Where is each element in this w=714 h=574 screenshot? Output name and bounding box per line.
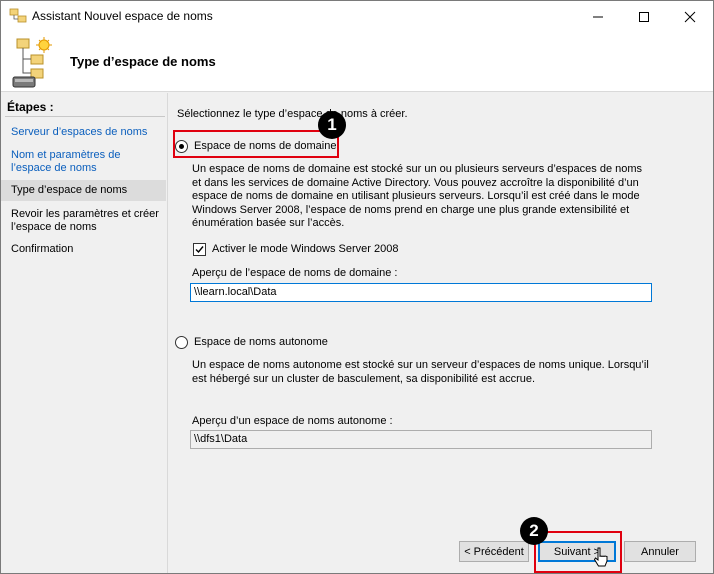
- wizard-content: Sélectionnez le type d’espace de noms à …: [167, 93, 713, 573]
- step-namespace-name-settings[interactable]: Nom et paramètres de l’espace de noms: [11, 149, 163, 175]
- maximize-icon: [639, 11, 649, 22]
- windows-2008-mode-checkbox[interactable]: [193, 243, 206, 256]
- standalone-namespace-radio[interactable]: [175, 336, 188, 349]
- steps-title: Étapes :: [7, 100, 54, 114]
- title-bar: Assistant Nouvel espace de noms: [1, 1, 713, 32]
- cancel-button[interactable]: Annuler: [624, 541, 696, 562]
- domain-preview-field[interactable]: \\learn.local\Data: [190, 283, 652, 302]
- standalone-namespace-description: Un espace de noms autonome est stocké su…: [192, 359, 649, 385]
- annotation-badge-1: 1: [318, 111, 346, 139]
- step-review-create: Revoir les paramètres et créer l’espace …: [11, 208, 159, 233]
- previous-button[interactable]: < Précédent: [459, 541, 529, 562]
- annotation-badge-2: 2: [520, 517, 548, 545]
- highlight-box-1: [173, 130, 339, 158]
- steps-sidebar: Étapes : Serveur d’espaces de noms Nom e…: [1, 93, 166, 573]
- namespace-app-icon: [9, 8, 27, 23]
- mouse-cursor-icon: [594, 547, 608, 567]
- minimize-icon: [593, 16, 603, 17]
- windows-2008-mode-label[interactable]: Activer le mode Windows Server 2008: [212, 243, 398, 255]
- step-namespace-type: Type d’espace de noms: [11, 184, 128, 196]
- steps-divider: [5, 116, 165, 117]
- step-namespace-server[interactable]: Serveur d’espaces de noms: [11, 126, 163, 139]
- standalone-preview-field: \\dfs1\Data: [190, 430, 652, 449]
- namespace-wizard-icon: [12, 37, 52, 88]
- domain-preview-label: Aperçu de l’espace de noms de domaine :: [192, 267, 398, 279]
- domain-namespace-description: Un espace de noms de domaine est stocké …: [192, 163, 643, 229]
- close-icon: [684, 11, 696, 22]
- wizard-header: Type d’espace de noms: [1, 32, 713, 92]
- minimize-button[interactable]: [575, 1, 621, 32]
- window-title: Assistant Nouvel espace de noms: [32, 9, 213, 23]
- page-title: Type d’espace de noms: [70, 54, 216, 69]
- wizard-window: Assistant Nouvel espace de noms Type d’e…: [0, 0, 714, 574]
- prompt-text: Sélectionnez le type d’espace de noms à …: [177, 108, 408, 120]
- close-button[interactable]: [667, 1, 713, 32]
- maximize-button[interactable]: [621, 1, 667, 32]
- step-confirmation: Confirmation: [11, 243, 74, 255]
- standalone-preview-label: Aperçu d’un espace de noms autonome :: [192, 415, 393, 427]
- checkmark-icon: [195, 246, 204, 254]
- highlight-box-2: [534, 531, 622, 573]
- standalone-namespace-label[interactable]: Espace de noms autonome: [194, 336, 328, 348]
